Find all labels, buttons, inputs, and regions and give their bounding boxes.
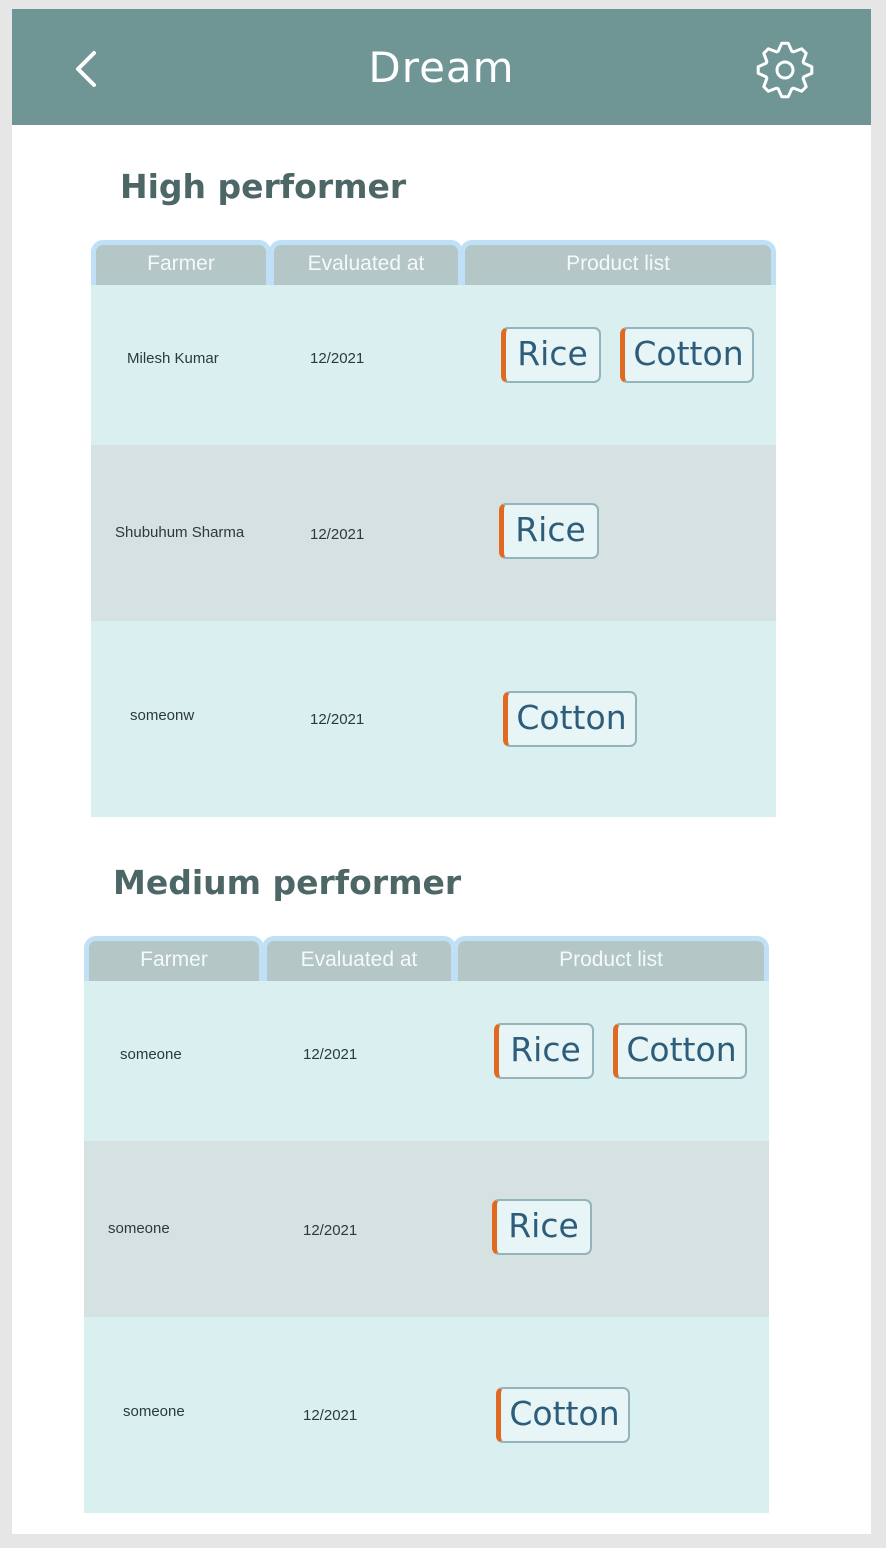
farmer-name: Shubuhum Sharma	[115, 524, 245, 541]
farmer-name: someone	[108, 1220, 170, 1237]
column-header-products: Product list	[453, 936, 769, 981]
medium-performer-table: Farmer Evaluated at Product list someone…	[84, 933, 769, 1513]
gear-icon	[756, 41, 814, 99]
product-tag-cotton[interactable]: Cotton	[613, 1023, 747, 1079]
table-header: Farmer Evaluated at Product list	[84, 933, 769, 981]
farmer-name: Milesh Kumar	[127, 350, 219, 367]
table-row: someone 12/2021 Rice Cotton	[84, 981, 769, 1141]
evaluated-date: 12/2021	[310, 350, 365, 367]
product-tag-rice[interactable]: Rice	[501, 327, 601, 383]
column-header-evaluated: Evaluated at	[269, 240, 463, 285]
table-row: someonw 12/2021 Cotton	[91, 621, 776, 817]
column-header-farmer: Farmer	[91, 240, 271, 285]
app-title: Dream	[368, 43, 515, 92]
product-tag-rice[interactable]: Rice	[499, 503, 599, 559]
column-header-farmer: Farmer	[84, 936, 264, 981]
product-tag-rice[interactable]: Rice	[492, 1199, 592, 1255]
high-performer-table: Farmer Evaluated at Product list Milesh …	[91, 237, 776, 817]
evaluated-date: 12/2021	[303, 1046, 358, 1063]
table-row: someone 12/2021 Rice	[84, 1141, 769, 1317]
evaluated-date: 12/2021	[310, 711, 365, 728]
product-tag-rice[interactable]: Rice	[494, 1023, 594, 1079]
app-screen: Dream High performer Farmer Evaluated at…	[12, 9, 871, 1534]
table-header: Farmer Evaluated at Product list	[91, 237, 776, 285]
section-title-high: High performer	[120, 167, 407, 206]
section-title-medium: Medium performer	[113, 863, 462, 902]
table-row: someone 12/2021 Cotton	[84, 1317, 769, 1513]
column-header-evaluated: Evaluated at	[262, 936, 456, 981]
column-header-products: Product list	[460, 240, 776, 285]
product-tag-cotton[interactable]: Cotton	[620, 327, 754, 383]
settings-button[interactable]	[750, 35, 820, 105]
product-tag-cotton[interactable]: Cotton	[503, 691, 637, 747]
farmer-name: someonw	[130, 707, 195, 724]
farmer-name: someone	[120, 1046, 182, 1063]
farmer-name: someone	[123, 1403, 185, 1420]
app-bar: Dream	[12, 9, 871, 125]
evaluated-date: 12/2021	[303, 1222, 358, 1239]
table-row: Shubuhum Sharma 12/2021 Rice	[91, 445, 776, 621]
table-row: Milesh Kumar 12/2021 Rice Cotton	[91, 285, 776, 445]
evaluated-date: 12/2021	[303, 1407, 358, 1424]
product-tag-cotton[interactable]: Cotton	[496, 1387, 630, 1443]
evaluated-date: 12/2021	[310, 526, 365, 543]
